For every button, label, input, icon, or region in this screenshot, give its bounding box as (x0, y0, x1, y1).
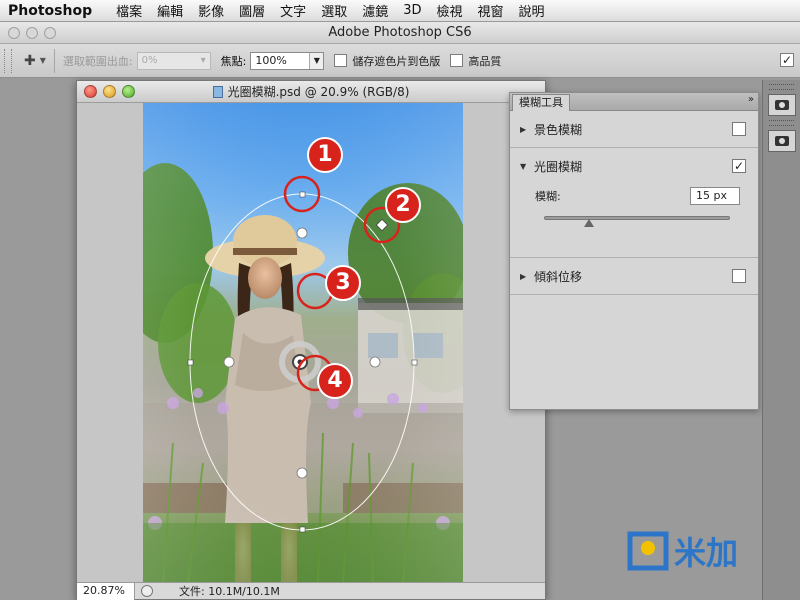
document-window-controls (84, 85, 135, 98)
blur-amount-slider[interactable] (544, 216, 730, 227)
document-status-bar: 20.87% 文件: 10.1M/10.1M (77, 582, 545, 600)
blur-tools-panel: 模糊工具 » ▶ 景色模糊 ▼ 光圈模糊 ✓ 模糊: 15 px ▶ 傾斜位移 (509, 92, 759, 410)
iris-blur-section: ▼ 光圈模糊 ✓ 模糊: 15 px (510, 148, 758, 258)
app-title: Adobe Photoshop CS6 (328, 25, 472, 40)
field-blur-checkbox[interactable] (732, 122, 746, 136)
menu-image[interactable]: 影像 (198, 1, 224, 20)
document-size-status[interactable]: 文件: 10.1M/10.1M (179, 583, 280, 599)
close-window-button[interactable] (8, 27, 20, 39)
panel-tab-bar: 模糊工具 » (510, 93, 758, 111)
pin-tool-icon[interactable]: ✚ (24, 53, 36, 69)
document-title-bar[interactable]: 光圈模糊.psd @ 20.9% (RGB/8) (77, 81, 545, 103)
menu-filter[interactable]: 濾鏡 (362, 1, 388, 20)
menu-view[interactable]: 檢視 (437, 1, 463, 20)
save-mask-checkbox[interactable] (334, 54, 348, 67)
tilt-shift-section: ▶ 傾斜位移 (510, 258, 758, 295)
high-quality-option[interactable]: 高品質 (450, 53, 501, 69)
close-document-button[interactable] (84, 85, 97, 98)
divider (53, 48, 55, 73)
psd-file-icon (212, 86, 223, 98)
marker-4-badge: 4 (317, 363, 353, 399)
tilt-shift-checkbox[interactable] (732, 269, 746, 283)
high-quality-checkbox[interactable] (450, 54, 464, 67)
tilt-shift-label: 傾斜位移 (534, 269, 583, 284)
marker-1-number: 1 (317, 142, 333, 167)
menu-select[interactable]: 選取 (321, 1, 347, 20)
document-window: 光圈模糊.psd @ 20.9% (RGB/8) 1 2 3 4 20.87% … (76, 80, 546, 600)
disclosure-down-icon[interactable]: ▼ (520, 162, 534, 171)
field-blur-section: ▶ 景色模糊 (510, 111, 758, 148)
minimize-document-button[interactable] (103, 85, 116, 98)
menu-help[interactable]: 說明 (519, 1, 545, 20)
options-bar-grip[interactable] (4, 48, 12, 73)
menu-layer[interactable]: 圖層 (239, 1, 265, 20)
zoom-window-button[interactable] (44, 27, 56, 39)
apply-checkmark-button[interactable]: ✓ (780, 53, 794, 67)
zoom-level-field[interactable]: 20.87% (77, 582, 135, 600)
focus-value: 100% (255, 54, 287, 67)
app-title-bar: Adobe Photoshop CS6 (0, 22, 800, 44)
camera-icon (775, 100, 789, 110)
focus-label: 焦點: (220, 54, 247, 68)
disclosure-right-icon[interactable]: ▶ (520, 272, 534, 281)
tool-preset-dropdown-icon[interactable]: ▼ (40, 56, 46, 65)
marker-2-number: 2 (395, 192, 411, 217)
selection-bleed-label: 選取範圍出血: (62, 54, 133, 68)
marker-3-badge: 3 (325, 265, 361, 301)
watermark-text: 米加 (674, 534, 738, 572)
options-bar: ✚ ▼ 選取範圍出血: 0% ▾ 焦點: 100% ▼ 儲存遮色片到色版 高品質… (0, 44, 800, 78)
watermark-logo: 米加 (626, 524, 776, 574)
photo-illustration (143, 103, 463, 583)
marker-3-number: 3 (335, 270, 351, 295)
iris-blur-checkbox[interactable]: ✓ (732, 159, 746, 173)
dock-grip[interactable] (769, 84, 794, 90)
dock-camera-button-2[interactable] (768, 130, 796, 152)
marker-1-badge: 1 (307, 137, 343, 173)
marker-2-badge: 2 (385, 187, 421, 223)
menu-type[interactable]: 文字 (280, 1, 306, 20)
dock-grip[interactable] (769, 120, 794, 126)
camera-icon (775, 136, 789, 146)
panel-collapse-icon[interactable]: » (748, 94, 754, 105)
menu-3d[interactable]: 3D (403, 3, 421, 18)
blur-amount-label: 模糊: (535, 190, 561, 203)
blur-tools-tab[interactable]: 模糊工具 (512, 94, 570, 111)
focus-combo[interactable]: 100% ▼ (250, 51, 325, 70)
window-controls (8, 27, 56, 39)
iris-blur-row[interactable]: ▼ 光圈模糊 ✓ (510, 148, 758, 184)
save-mask-label: 儲存遮色片到色版 (352, 54, 441, 68)
right-panel-dock (762, 80, 800, 600)
minimize-window-button[interactable] (26, 27, 38, 39)
selection-bleed-value: 0% (141, 55, 158, 66)
watermark-logo-graphic: 米加 (627, 531, 738, 572)
menu-window[interactable]: 視窗 (478, 1, 504, 20)
zoom-document-button[interactable] (122, 85, 135, 98)
menu-bar: Photoshop 檔案 編輯 影像 圖層 文字 選取 濾鏡 3D 檢視 視窗 … (0, 0, 800, 22)
dock-camera-button-1[interactable] (768, 94, 796, 116)
document-title: 光圈模糊.psd @ 20.9% (RGB/8) (227, 85, 410, 99)
app-menu[interactable]: Photoshop (8, 3, 92, 19)
iris-blur-label: 光圈模糊 (534, 159, 583, 174)
high-quality-label: 高品質 (468, 54, 502, 68)
slider-thumb[interactable] (584, 219, 595, 227)
photo-canvas[interactable]: 1 2 3 4 (143, 103, 463, 583)
chevron-down-icon[interactable]: ▼ (309, 52, 324, 69)
blur-amount-input[interactable]: 15 px (690, 187, 740, 205)
marker-4-number: 4 (327, 368, 343, 393)
field-blur-label: 景色模糊 (534, 122, 583, 137)
tilt-shift-row[interactable]: ▶ 傾斜位移 (510, 258, 758, 294)
save-mask-option[interactable]: 儲存遮色片到色版 (334, 53, 440, 69)
menu-edit[interactable]: 編輯 (157, 1, 183, 20)
canvas-area[interactable]: 1 2 3 4 (77, 103, 545, 583)
selection-bleed-combo: 0% ▾ (136, 51, 211, 70)
menu-file[interactable]: 檔案 (116, 1, 142, 20)
status-info-icon[interactable] (141, 585, 153, 597)
disclosure-right-icon[interactable]: ▶ (520, 125, 534, 134)
field-blur-row[interactable]: ▶ 景色模糊 (510, 111, 758, 147)
blur-amount-row: 模糊: 15 px (510, 184, 758, 208)
chevron-down-icon: ▾ (200, 55, 206, 66)
